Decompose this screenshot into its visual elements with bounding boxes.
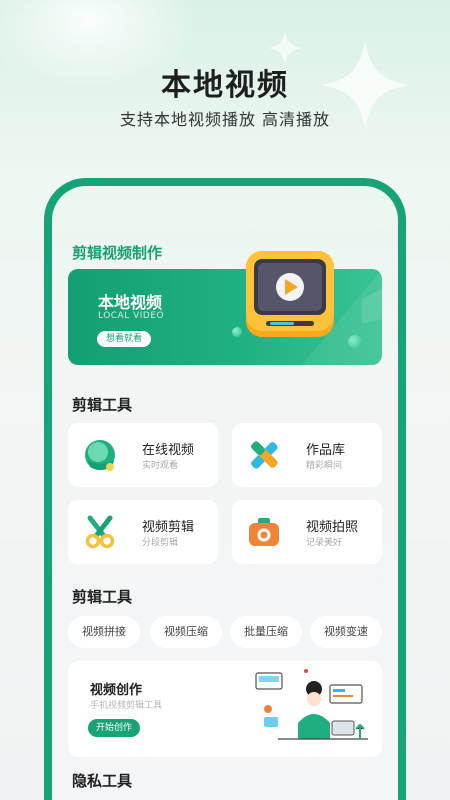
tool-subtitle: 实时观看 [142,461,179,471]
decor-bubble [232,327,242,337]
tool-title: 视频拍照 [306,520,359,535]
chip-video-compress[interactable]: 视频压缩 [150,616,222,648]
tv-play-icon [246,251,334,337]
works-library-icon [251,441,278,469]
chip-video-merge[interactable]: 视频拼接 [68,616,140,648]
video-create-card[interactable]: 视频创作 手机视频剪辑工具 开始创作 [68,661,382,757]
online-video-icon [85,440,115,471]
tool-title: 作品库 [306,443,346,458]
chip-video-speed[interactable]: 视频变速 [310,616,382,648]
chip-batch-compress[interactable]: 批量压缩 [230,616,302,648]
camera-icon [249,518,279,546]
watch-now-button[interactable]: 想看就看 [97,331,152,347]
tool-card-works-library[interactable]: 作品库 精彩瞬间 [232,423,382,487]
section-title-make-video: 剪辑视频制作 [72,244,163,262]
tool-title: 在线视频 [142,443,195,458]
creator-illustration [255,669,368,740]
tool-card-video-photo[interactable]: 视频拍照 记录美好 [232,500,382,564]
section-title-privacy: 隐私工具 [72,772,133,790]
decor-bubble [348,335,362,349]
tool-subtitle: 记录美好 [306,538,343,548]
app-screen: 剪辑视频制作 本地视频 LOCAL VIDEO 想看就看 剪辑工具 在线视频 实… [52,186,398,800]
tool-card-online-video[interactable]: 在线视频 实时观看 [68,423,218,487]
local-video-banner[interactable]: 本地视频 LOCAL VIDEO 想看就看 [68,251,382,365]
hero-title: 本地视频 [161,68,289,103]
section-title-tools-2: 剪辑工具 [72,588,133,606]
tool-subtitle: 精彩瞬间 [306,461,343,471]
create-subtitle: 手机视频剪辑工具 [90,701,163,711]
tool-card-video-edit[interactable]: 视频剪辑 分段剪辑 [68,500,218,564]
section-title-tools: 剪辑工具 [72,396,133,414]
phone-mockup: 剪辑视频制作 本地视频 LOCAL VIDEO 想看就看 剪辑工具 在线视频 实… [44,178,406,800]
create-title: 视频创作 [90,683,143,698]
tool-subtitle: 分段剪辑 [142,538,179,548]
start-create-button[interactable]: 开始创作 [88,719,141,737]
scissors-icon [85,515,115,549]
banner-title: 本地视频 [98,293,163,312]
banner-subtitle: LOCAL VIDEO [98,311,165,321]
hero-subtitle: 支持本地视频播放 高清播放 [119,110,331,129]
tool-title: 视频剪辑 [142,520,195,535]
